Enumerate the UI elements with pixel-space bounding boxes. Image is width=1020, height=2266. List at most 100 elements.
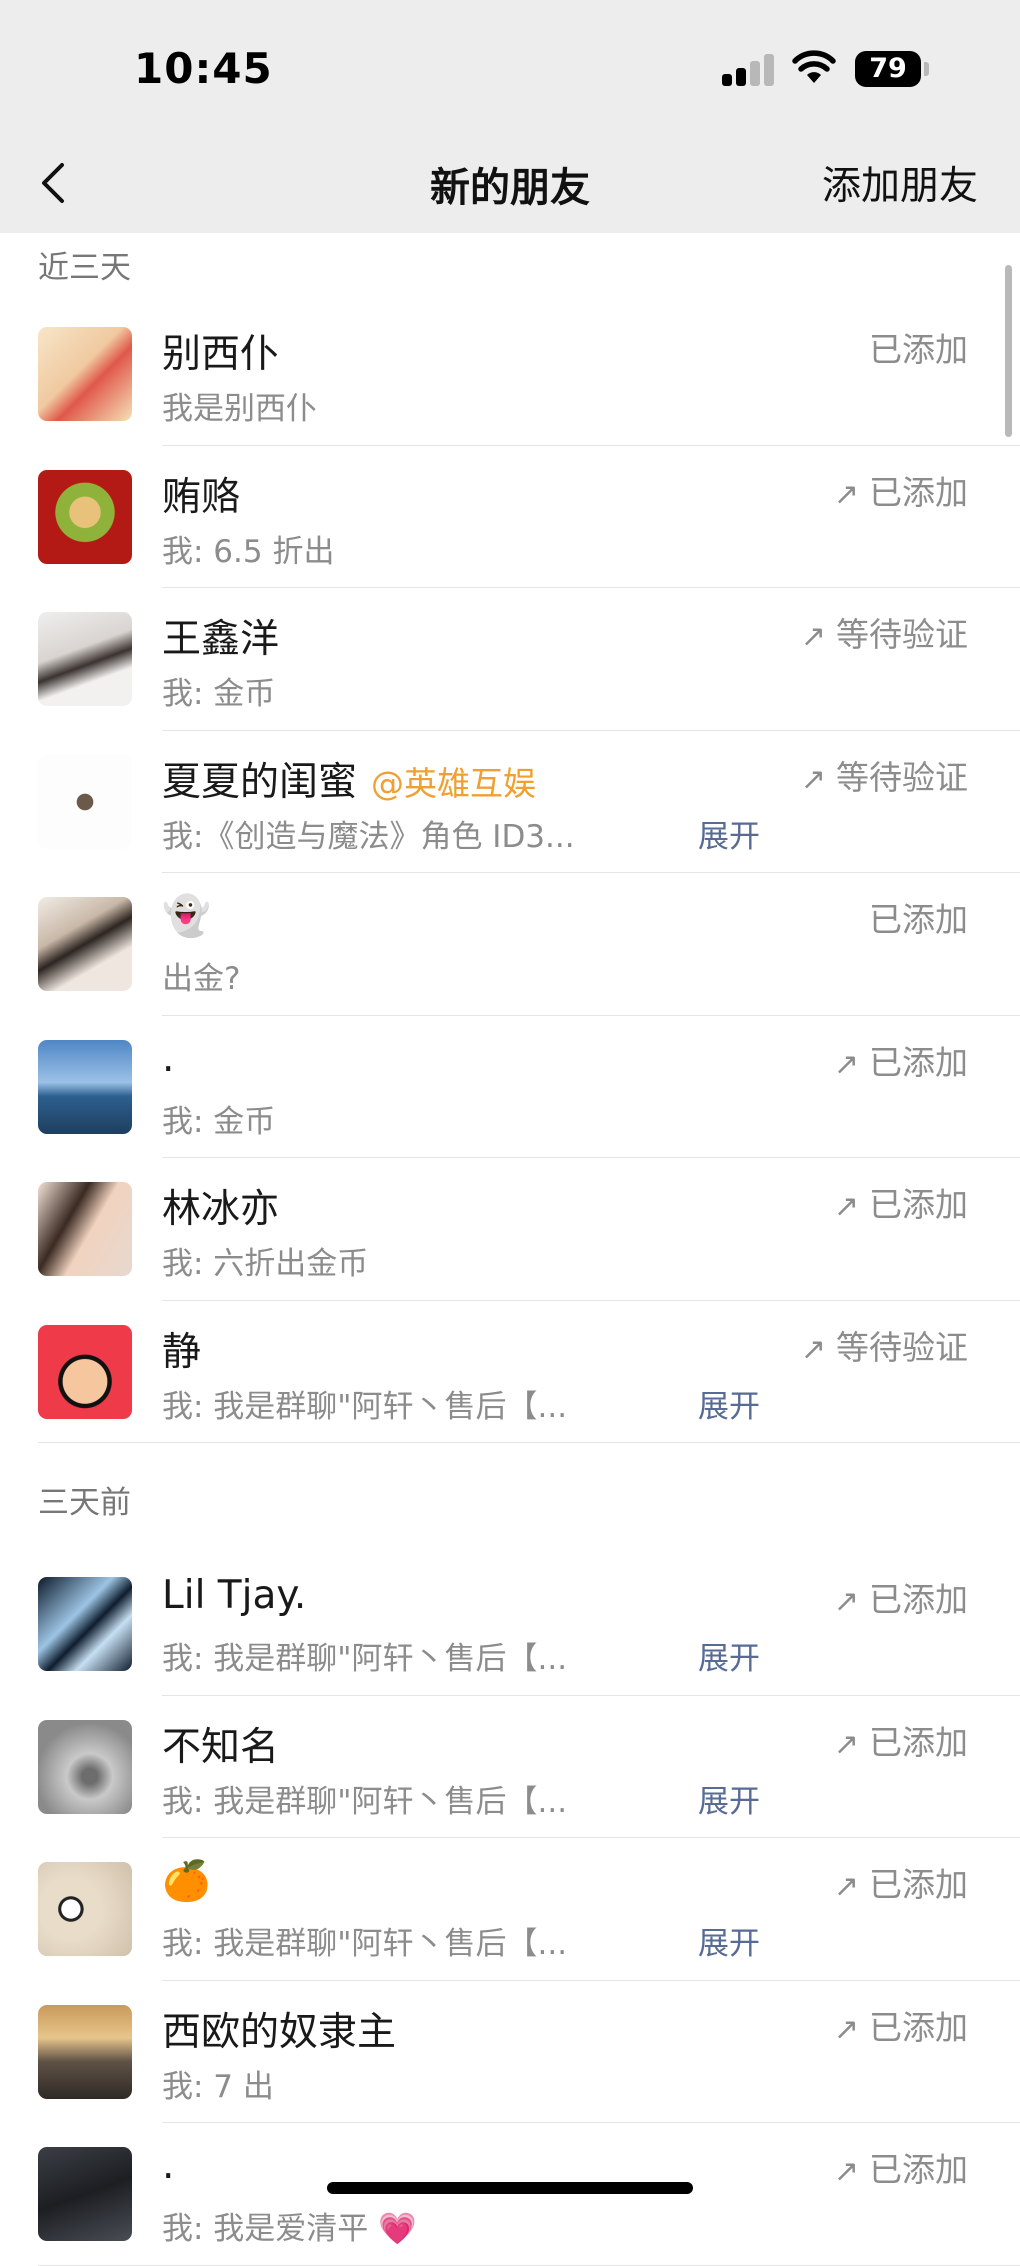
- friend-request-row[interactable]: 林冰亦 我: 六折出金币 ↗ 已添加: [0, 1158, 1020, 1301]
- request-status: ↗ 已添加: [834, 466, 968, 514]
- outgoing-arrow-icon: ↗: [833, 1046, 859, 1082]
- avatar[interactable]: [38, 2004, 132, 2099]
- status-text: 已添加: [869, 2007, 968, 2047]
- home-indicator[interactable]: [327, 2182, 693, 2194]
- request-status: ↗ 等待验证: [801, 751, 968, 799]
- status-time: 10:45: [134, 44, 273, 93]
- friend-name-text: 🍊: [162, 1859, 211, 1904]
- request-status: 已添加: [869, 893, 968, 941]
- status-text: 已添加: [869, 1185, 968, 1224]
- avatar[interactable]: [38, 1039, 132, 1134]
- friend-request-row[interactable]: 静我: 我是群聊"阿轩丶售后【... 展开 ↗ 等待验证: [0, 1301, 1020, 1443]
- nav-bar: 新的朋友 添加朋友: [0, 135, 1020, 233]
- add-friend-button[interactable]: 添加朋友: [822, 155, 978, 211]
- friend-name-text: 👻: [162, 894, 211, 939]
- friend-request-row[interactable]: 王鑫洋我: 金币 ↗ 等待验证: [0, 588, 1020, 731]
- avatar[interactable]: [38, 1182, 132, 1276]
- avatar[interactable]: [38, 897, 132, 991]
- avatar[interactable]: [38, 1577, 132, 1671]
- request-status: ↗ 已添加: [834, 2001, 968, 2049]
- friend-name-text: 静: [162, 1329, 202, 1375]
- request-status: ↗ 已添加: [834, 1036, 968, 1084]
- outgoing-arrow-icon: ↗: [800, 619, 826, 654]
- status-text: 等待验证: [836, 615, 968, 654]
- friend-name-text: 林冰亦: [162, 1187, 280, 1232]
- friend-name: 西欧的奴隶主: [162, 2001, 396, 2057]
- company-tag: @英雄互娱: [371, 763, 537, 803]
- friend-name: 贿赂: [162, 466, 240, 522]
- new-friends-list: 近三天 别西仆 我是别西仆 已添加 贿赂 我: 6.5 折出 ↗ 已添加 王鑫洋 我: 金币 ↗ 等待…: [0, 233, 1020, 2266]
- friend-name-text: 贿赂: [162, 474, 241, 520]
- request-status: ↗ 等待验证: [801, 608, 968, 656]
- status-text: 已添加: [869, 900, 968, 939]
- friend-request-row[interactable]: 夏夏的闺蜜 @英雄互娱我:《创造与魔法》角色 ID3... 展开 ↗ 等待验证: [0, 731, 1020, 873]
- friend-name: 👻: [162, 893, 211, 939]
- expand-link[interactable]: 展开: [698, 811, 760, 856]
- friend-request-row[interactable]: 别西仆 我是别西仆 已添加: [0, 303, 1020, 446]
- outgoing-arrow-icon: ↗: [833, 1189, 859, 1224]
- friend-name-text: 王鑫洋: [162, 617, 280, 662]
- avatar[interactable]: [38, 2147, 132, 2241]
- request-message: 我:《创造与魔法》角色 ID3...: [162, 818, 575, 855]
- row-divider: [38, 1442, 1020, 1443]
- avatar[interactable]: [38, 1862, 132, 1956]
- scrollbar[interactable]: [1005, 265, 1012, 437]
- avatar[interactable]: [38, 469, 132, 564]
- request-status: ↗ 已添加: [834, 2143, 968, 2191]
- status-text: 等待验证: [836, 757, 968, 797]
- outgoing-arrow-icon: ↗: [833, 1584, 859, 1619]
- status-text: 已添加: [869, 1580, 968, 1619]
- friend-name: 🍊: [162, 1858, 211, 1904]
- friend-name-text: .: [162, 1035, 175, 1081]
- friend-name: .: [162, 1036, 174, 1081]
- friend-request-row[interactable]: . 我: 金币 ↗ 已添加: [0, 1016, 1020, 1158]
- friend-request-row[interactable]: 👻 出金? 已添加: [0, 873, 1020, 1016]
- section-header: 三天前: [38, 1485, 131, 1521]
- battery-icon: 79: [855, 51, 921, 87]
- friend-request-row[interactable]: . 我: 我是爱清平 💗 ↗ 已添加: [0, 2123, 1020, 2266]
- friend-name: 王鑫洋: [162, 608, 279, 664]
- expand-link[interactable]: 展开: [698, 1776, 760, 1821]
- status-bar: 10:45 79: [0, 0, 1020, 135]
- outgoing-arrow-icon: ↗: [800, 761, 826, 797]
- friend-name: .: [162, 2143, 174, 2188]
- request-message: 我: 我是群聊"阿轩丶售后【...: [162, 1926, 568, 1962]
- avatar[interactable]: [38, 612, 132, 706]
- section-header: 近三天: [38, 250, 131, 286]
- expand-link[interactable]: 展开: [698, 1918, 760, 1963]
- request-message: 出金?: [162, 961, 241, 997]
- status-text: 已添加: [869, 1042, 968, 1082]
- friend-request-row[interactable]: 西欧的奴隶主我: 7 出 ↗ 已添加: [0, 1981, 1020, 2123]
- avatar[interactable]: [38, 754, 132, 849]
- status-text: 已添加: [869, 1722, 968, 1762]
- status-text: 已添加: [869, 2150, 968, 2189]
- request-status: ↗ 已添加: [834, 1716, 968, 1764]
- friend-request-row[interactable]: 🍊 我: 我是群聊"阿轩丶售后【... 展开 ↗ 已添加: [0, 1838, 1020, 1981]
- friend-request-row[interactable]: 不知名 我: 我是群聊"阿轩丶售后【... 展开 ↗ 已添加: [0, 1696, 1020, 1838]
- friend-name: 静: [162, 1321, 201, 1377]
- request-message: 我: 我是群聊"阿轩丶售后【...: [162, 1783, 568, 1820]
- avatar[interactable]: [38, 1719, 132, 1814]
- outgoing-arrow-icon: ↗: [800, 1331, 826, 1367]
- friend-name-text: 西欧的奴隶主: [162, 2009, 397, 2055]
- request-message: 我: 我是爱清平 💗: [162, 2211, 417, 2247]
- expand-link[interactable]: 展开: [698, 1633, 760, 1678]
- outgoing-arrow-icon: ↗: [833, 1869, 859, 1904]
- avatar[interactable]: [38, 327, 132, 421]
- friend-name: 夏夏的闺蜜 @英雄互娱: [162, 751, 536, 807]
- avatar[interactable]: [38, 1324, 132, 1419]
- request-message: 我: 我是群聊"阿轩丶售后【...: [162, 1388, 568, 1425]
- request-message: 我: 金币: [162, 676, 276, 712]
- request-message: 我: 7 出: [162, 2068, 274, 2105]
- cellular-signal-icon: [722, 54, 778, 86]
- row-divider: [38, 2264, 1020, 2266]
- status-text: 已添加: [869, 330, 968, 369]
- friend-name: 林冰亦: [162, 1178, 279, 1234]
- friend-request-row[interactable]: 贿赂 我: 6.5 折出 ↗ 已添加: [0, 446, 1020, 588]
- wifi-icon: [792, 50, 836, 83]
- friend-name-text: 别西仆: [162, 332, 280, 377]
- friend-request-row[interactable]: Lil Tjay. 我: 我是群聊"阿轩丶售后【... 展开 ↗ 已添加: [0, 1553, 1020, 1696]
- friend-name: 别西仆: [162, 323, 279, 379]
- expand-link[interactable]: 展开: [698, 1381, 760, 1426]
- friend-name-text: 夏夏的闺蜜: [162, 759, 358, 805]
